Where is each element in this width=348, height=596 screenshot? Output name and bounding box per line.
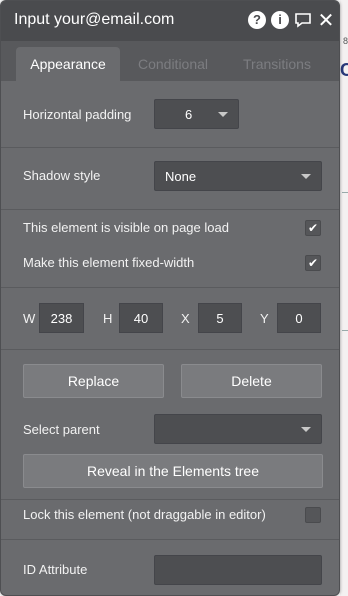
title-icons: ? i ✕: [248, 10, 335, 32]
property-editor-panel: Input your@email.com ? i ✕ Appearance Co…: [0, 0, 340, 596]
canvas-background: [340, 0, 348, 596]
visible-on-load-checkbox[interactable]: ✔: [305, 220, 321, 236]
tab-strip: Appearance Conditional Transitions: [1, 41, 339, 81]
visible-on-load-label: This element is visible on page load: [23, 220, 229, 235]
height-label: H: [103, 311, 113, 326]
delete-button[interactable]: Delete: [181, 364, 322, 398]
horizontal-padding-label: Horizontal padding: [23, 107, 132, 122]
panel-title: Input your@email.com: [14, 11, 175, 28]
id-attribute-input[interactable]: [154, 555, 322, 585]
reveal-in-elements-tree-button[interactable]: Reveal in the Elements tree: [23, 454, 323, 488]
info-icon[interactable]: i: [271, 11, 289, 29]
fixed-width-label: Make this element fixed-width: [23, 255, 195, 270]
id-attribute-label: ID Attribute: [23, 562, 88, 577]
canvas-guide: [342, 330, 348, 331]
tab-appearance[interactable]: Appearance: [16, 47, 120, 81]
lock-element-label: Lock this element (not draggable in edit…: [23, 507, 266, 522]
y-label: Y: [260, 311, 269, 326]
tab-conditional[interactable]: Conditional: [123, 47, 223, 81]
canvas-letter: C: [340, 60, 348, 80]
select-parent-label: Select parent: [23, 422, 100, 437]
divider: [1, 349, 339, 350]
y-input[interactable]: 0: [277, 303, 321, 333]
x-label: X: [181, 311, 190, 326]
width-input[interactable]: 238: [39, 303, 84, 333]
width-label: W: [23, 311, 36, 326]
help-icon[interactable]: ?: [248, 11, 266, 29]
select-parent-select[interactable]: [154, 414, 322, 444]
chevron-down-icon: [218, 112, 228, 117]
shadow-style-value: None: [165, 168, 197, 184]
chevron-down-icon: [301, 174, 311, 179]
canvas-mark: 8: [343, 36, 348, 46]
height-input[interactable]: 40: [119, 303, 163, 333]
checkmark-icon: ✔: [307, 221, 319, 235]
horizontal-padding-value: 6: [185, 106, 193, 122]
x-input[interactable]: 5: [198, 303, 242, 333]
fixed-width-checkbox[interactable]: ✔: [305, 255, 321, 271]
divider: [1, 147, 339, 148]
tab-transitions[interactable]: Transitions: [227, 47, 327, 81]
panel-title-bar[interactable]: Input your@email.com ? i ✕: [1, 1, 339, 41]
divider: [1, 287, 339, 288]
divider: [1, 499, 339, 500]
lock-element-checkbox[interactable]: [305, 507, 321, 523]
close-icon[interactable]: ✕: [317, 10, 335, 32]
chevron-down-icon: [301, 427, 311, 432]
comment-icon[interactable]: [294, 11, 312, 29]
horizontal-padding-select[interactable]: 6: [154, 99, 239, 129]
shadow-style-label: Shadow style: [23, 168, 101, 183]
canvas-guide: [342, 192, 348, 193]
divider: [1, 209, 339, 210]
divider: [1, 539, 339, 540]
shadow-style-select[interactable]: None: [154, 161, 322, 191]
checkmark-icon: ✔: [307, 256, 319, 270]
replace-button[interactable]: Replace: [23, 364, 164, 398]
